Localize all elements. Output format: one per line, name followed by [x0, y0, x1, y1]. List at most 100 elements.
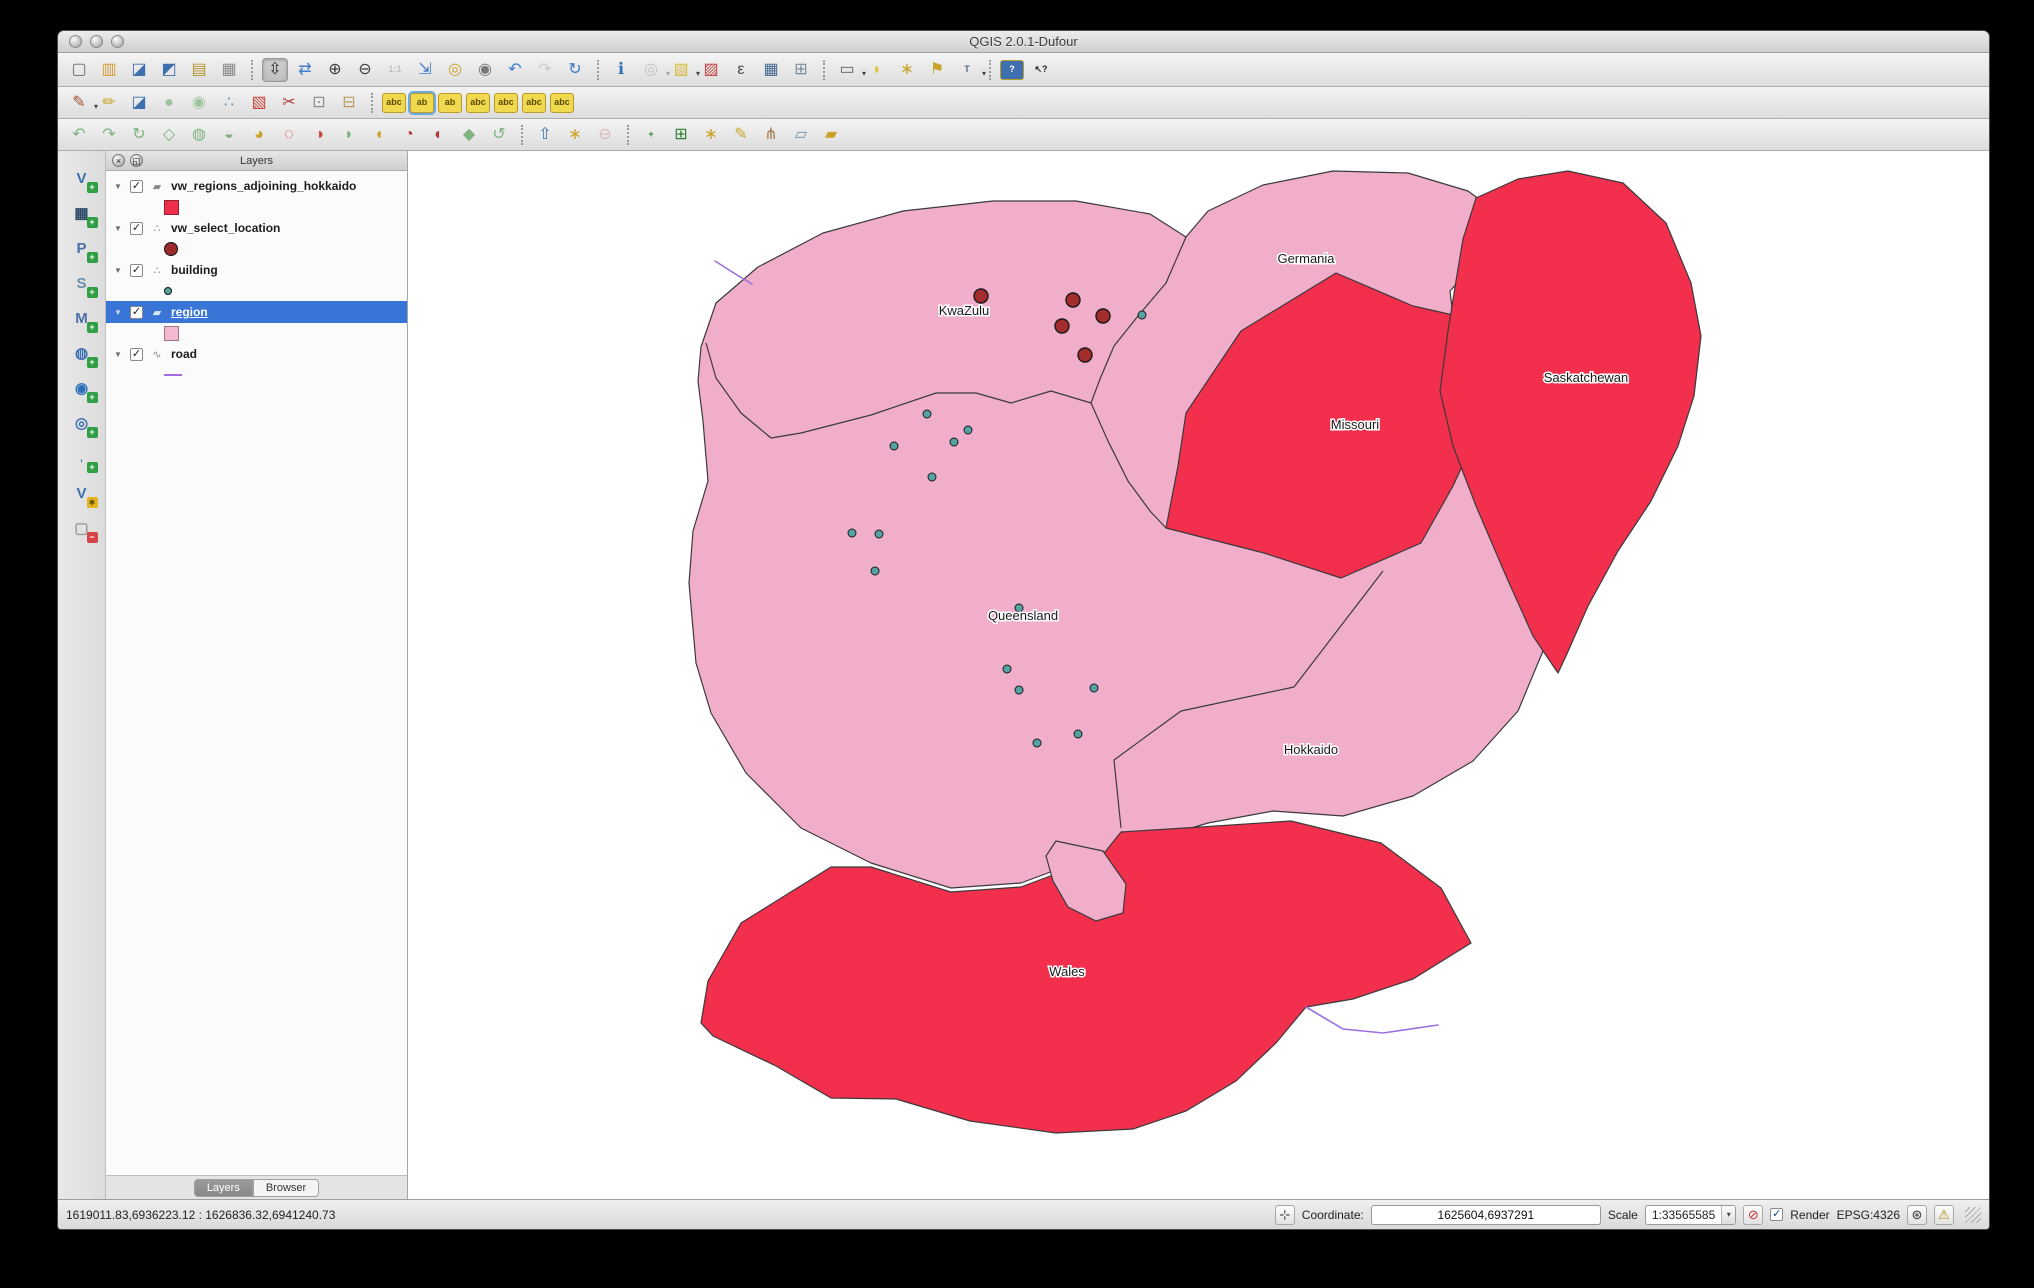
move-feature-icon[interactable]: ◉ [186, 91, 212, 115]
region-edit-tool-icon[interactable]: ▰ [818, 123, 844, 147]
add-vector-layer-icon[interactable]: V + [68, 165, 98, 193]
whats-this-icon[interactable]: ↖? [1028, 58, 1054, 82]
expand-triangle-icon[interactable]: ▼ [114, 224, 124, 233]
labeling-icon[interactable]: abc [382, 92, 406, 113]
layer-visibility-checkbox[interactable]: ✓ [130, 305, 143, 319]
new-raster-layer-icon[interactable]: ⊞ [668, 123, 694, 147]
split-features-icon[interactable]: ◔ [396, 123, 422, 147]
rotate-feature-icon[interactable]: ↻ [126, 123, 152, 147]
new-project-icon[interactable]: ▢ [66, 58, 92, 82]
select-by-expression-icon[interactable]: ε [728, 58, 754, 82]
rotate-label-icon[interactable]: abc [522, 92, 546, 113]
deselect-features-icon[interactable]: ▨ [698, 58, 724, 82]
panel-tab-browser[interactable]: Browser [252, 1178, 320, 1197]
move-label-icon[interactable]: abc [494, 92, 518, 113]
resize-grip[interactable] [1965, 1206, 1981, 1223]
new-shapefile-layer-icon[interactable]: V ∗ [68, 480, 98, 508]
highlight-pinned-labels-icon[interactable]: ab [408, 90, 436, 115]
layer-item-vw_select_location[interactable]: ▼ ✓ ∴ vw_select_location [106, 217, 407, 239]
save-layer-edits-icon[interactable]: ◪ [126, 91, 152, 115]
undo-icon[interactable]: ↶ [66, 123, 92, 147]
node-tool-icon[interactable]: ∴ [216, 91, 242, 115]
show-bookmarks-icon[interactable]: ⚑ [924, 58, 950, 82]
pan-to-selection-icon[interactable]: ⇄ [292, 58, 318, 82]
new-vector-layer-icon[interactable]: + [638, 123, 664, 147]
layer-item-road[interactable]: ▼ ✓ ∿ road [106, 343, 407, 365]
stop-render-icon[interactable]: ⊘ [1743, 1204, 1764, 1225]
add-part-icon[interactable]: ◒ [216, 123, 242, 147]
add-delimited-text-layer-icon[interactable]: , + [68, 445, 98, 473]
scale-combo[interactable]: 1:33565585 ▾ [1644, 1204, 1737, 1225]
merge-features-icon[interactable]: ◆ [456, 123, 482, 147]
cut-features-icon[interactable]: ✂ [276, 91, 302, 115]
reshape-features-icon[interactable]: ◗ [336, 123, 362, 147]
sync-offline-icon[interactable]: ∗ [562, 123, 588, 147]
add-spatialite-layer-icon[interactable]: S + [68, 270, 98, 298]
copy-features-icon[interactable]: ⊡ [306, 91, 332, 115]
zoom-next-icon[interactable]: ↷ [532, 58, 558, 82]
delete-ring-icon[interactable]: ◌ [276, 123, 302, 147]
select-features-icon[interactable]: ▧ ▾ [668, 58, 700, 82]
layer-visibility-checkbox[interactable]: ✓ [130, 221, 143, 235]
identify-features-icon[interactable]: ℹ [608, 58, 634, 82]
layer-visibility-checkbox[interactable]: ✓ [130, 263, 143, 277]
delete-selected-icon[interactable]: ▧ [246, 91, 272, 115]
title-bar[interactable]: QGIS 2.0.1-Dufour [58, 31, 1989, 53]
mouse-position-toggle-icon[interactable]: ⊹ [1274, 1204, 1295, 1225]
zoom-to-selection-icon[interactable]: ◎ [442, 58, 468, 82]
attribute-table-icon[interactable]: ▦ [758, 58, 784, 82]
layer-item-vw_regions_adjoining_hokkaido[interactable]: ▼ ✓ ▰ vw_regions_adjoining_hokkaido [106, 175, 407, 197]
zoom-button[interactable] [111, 35, 124, 48]
remove-offline-icon[interactable]: ⊖ [592, 123, 618, 147]
coordinate-input[interactable] [1370, 1204, 1601, 1225]
zoom-in-icon[interactable]: ⊕ [322, 58, 348, 82]
composer-manager-icon[interactable]: ▦ [216, 58, 242, 82]
delete-part-icon[interactable]: ◑ [306, 123, 332, 147]
map-canvas[interactable]: KwaZulu Germania Missouri Saskatchewan Queen… [408, 151, 1989, 1199]
region-tool-icon[interactable]: ▱ [788, 123, 814, 147]
new-bookmark-icon[interactable]: ∗ [894, 58, 920, 82]
field-calculator-icon[interactable]: ⊞ [788, 58, 814, 82]
show-hidden-labels-icon[interactable]: abc [466, 92, 490, 113]
zoom-to-layer-icon[interactable]: ◉ [472, 58, 498, 82]
add-raster-layer-icon[interactable]: ▦ + [68, 200, 98, 228]
open-project-icon[interactable]: ▥ [96, 58, 122, 82]
pin-unpin-labels-icon[interactable]: ab [438, 92, 462, 113]
change-label-icon[interactable]: abc [550, 92, 574, 113]
save-project-as-icon[interactable]: ◩ [156, 58, 182, 82]
close-button[interactable] [69, 35, 82, 48]
simplify-feature-icon[interactable]: ◇ [156, 123, 182, 147]
render-checkbox[interactable]: ✓ [1770, 1208, 1784, 1221]
expand-triangle-icon[interactable]: ▼ [114, 350, 124, 359]
toggle-editing-icon[interactable]: ✏ [96, 91, 122, 115]
text-annotation-icon-dropdown[interactable]: ▾ [982, 69, 986, 78]
layer-visibility-checkbox[interactable]: ✓ [130, 347, 143, 361]
messages-warning-icon[interactable]: ⚠ [1934, 1204, 1954, 1225]
run-feature-action-icon[interactable]: ◎ ▾ [638, 58, 670, 82]
map-tips-icon[interactable]: ◗ [864, 58, 890, 82]
measure-icon[interactable]: ▭ ▾ [834, 58, 866, 82]
offset-curve-icon[interactable]: ◖ [366, 123, 392, 147]
build-tools-icon[interactable]: ⋔ [758, 123, 784, 147]
pan-map-icon[interactable]: ⇳ [262, 57, 288, 82]
expand-triangle-icon[interactable]: ▼ [114, 308, 124, 317]
add-mssql-layer-icon[interactable]: M + [68, 305, 98, 333]
add-feature-icon[interactable]: ● [156, 91, 182, 115]
layer-item-building[interactable]: ▼ ✓ ∴ building [106, 259, 407, 281]
layer-star-tool-icon[interactable]: ∗ [698, 123, 724, 147]
chevron-down-icon[interactable]: ▾ [1721, 1205, 1736, 1224]
expand-triangle-icon[interactable]: ▼ [114, 182, 124, 191]
crs-status-icon[interactable]: ⊛ [1907, 1204, 1927, 1225]
minimize-button[interactable] [90, 35, 103, 48]
redo-icon[interactable]: ↷ [96, 123, 122, 147]
close-panel-icon[interactable]: × [112, 154, 125, 167]
layer-item-region[interactable]: ▼ ✓ ▰ region [106, 301, 407, 323]
add-wfs-layer-icon[interactable]: ◎ + [68, 410, 98, 438]
panel-tab-layers[interactable]: Layers [193, 1178, 253, 1197]
paste-features-icon[interactable]: ⊟ [336, 91, 362, 115]
text-annotation-icon[interactable]: T ▾ [954, 58, 986, 82]
add-wcs-layer-icon[interactable]: ◉ + [68, 375, 98, 403]
save-project-icon[interactable]: ◪ [126, 58, 152, 82]
add-wms-layer-icon[interactable]: ◍ + [68, 340, 98, 368]
zoom-out-icon[interactable]: ⊖ [352, 58, 378, 82]
